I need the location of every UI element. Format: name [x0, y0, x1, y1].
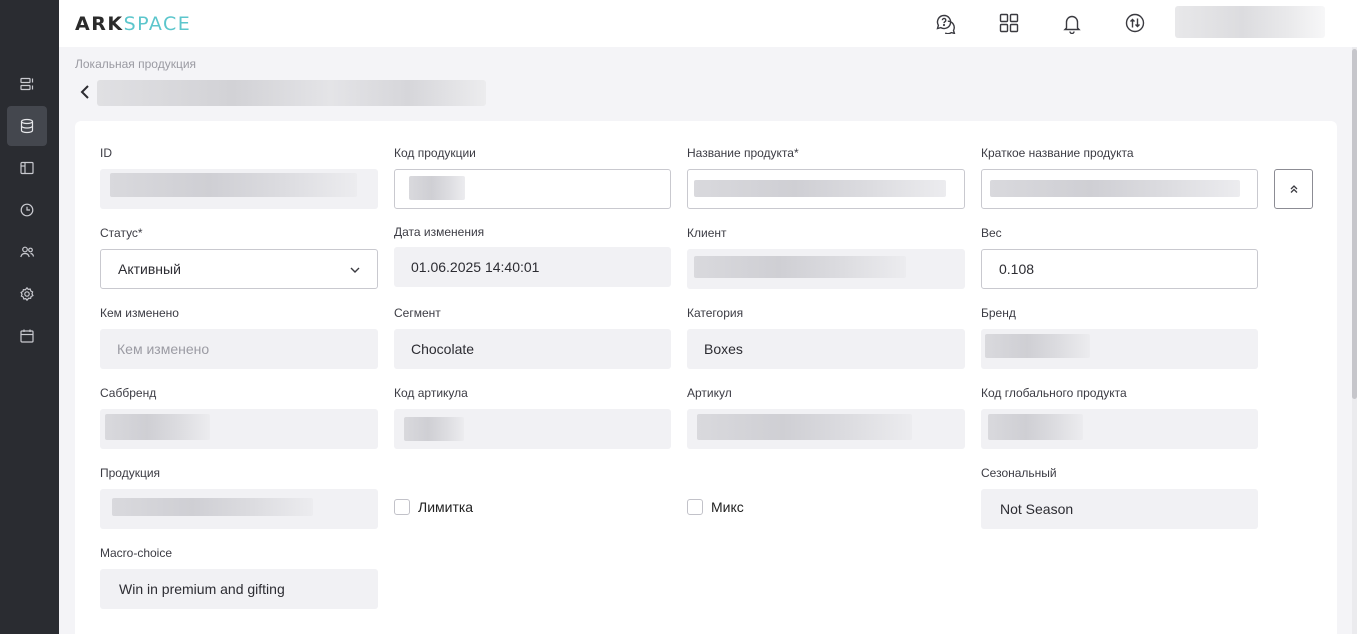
seasonal-label: Сезональный: [981, 466, 1057, 480]
article-code-value-redacted: [404, 417, 464, 441]
production-value-redacted: [112, 498, 313, 516]
article-code-label: Код артикула: [394, 386, 468, 400]
article-label: Артикул: [687, 386, 732, 400]
chevrons-up-icon: [1290, 185, 1297, 193]
production-label: Продукция: [100, 466, 161, 480]
product-code-value-redacted: [409, 176, 465, 200]
sidebar: [0, 0, 59, 634]
id-value-redacted: [110, 173, 357, 197]
logo-text-light: SPACE: [123, 13, 192, 35]
brand-value-redacted: [985, 334, 1090, 358]
subbrand-label: Саббренд: [100, 386, 157, 400]
limited-checkbox-row[interactable]: Лимитка: [394, 499, 473, 515]
article-value-redacted: [697, 414, 912, 440]
segment-value: Chocolate: [411, 341, 475, 357]
client-label: Клиент: [687, 226, 727, 240]
category-value: Boxes: [704, 341, 743, 357]
category-field: Boxes: [687, 329, 965, 369]
mix-checkbox-row[interactable]: Микс: [687, 499, 744, 515]
segment-label: Сегмент: [394, 306, 441, 320]
top-bar: ARKSPACE: [59, 0, 1357, 47]
id-label: ID: [100, 146, 112, 160]
weight-value: 0.108: [999, 261, 1035, 277]
product-name-label: Название продукта*: [687, 146, 799, 160]
app-logo[interactable]: ARKSPACE: [75, 13, 191, 35]
changed-by-field: Кем изменено: [100, 329, 378, 369]
user-profile[interactable]: [1175, 6, 1325, 38]
status-select[interactable]: Активный: [100, 249, 378, 289]
segment-field: Chocolate: [394, 329, 671, 369]
breadcrumb[interactable]: Локальная продукция: [75, 57, 196, 71]
page-scrollbar[interactable]: [1352, 47, 1357, 634]
changed-by-label: Кем изменено: [100, 306, 179, 320]
changed-date-value: 01.06.2025 14:40:01: [411, 259, 540, 275]
bell-icon[interactable]: [1061, 12, 1083, 34]
help-chat-icon[interactable]: [935, 12, 957, 34]
nav-layout-icon[interactable]: [7, 148, 47, 188]
changed-by-placeholder: Кем изменено: [117, 341, 210, 357]
seasonal-value: Not Season: [1000, 501, 1074, 517]
status-value: Активный: [118, 261, 181, 277]
mix-checkbox-label[interactable]: Микс: [711, 499, 744, 515]
nav-database-icon[interactable]: [7, 106, 47, 146]
subbrand-value-redacted: [105, 414, 210, 440]
sync-icon[interactable]: [1124, 12, 1146, 34]
collapse-button[interactable]: [1274, 169, 1313, 209]
scrollbar-thumb[interactable]: [1352, 49, 1357, 399]
limited-checkbox[interactable]: [394, 499, 410, 515]
nav-clock-icon[interactable]: [7, 190, 47, 230]
seasonal-field: Not Season: [981, 489, 1258, 529]
nav-users-icon[interactable]: [7, 232, 47, 272]
global-code-value-redacted: [988, 414, 1083, 440]
global-code-label: Код глобального продукта: [981, 386, 1127, 400]
page-title-redacted: [97, 80, 486, 106]
product-code-label: Код продукции: [394, 146, 476, 160]
brand-label: Бренд: [981, 306, 1016, 320]
weight-label: Вес: [981, 226, 1002, 240]
limited-checkbox-label[interactable]: Лимитка: [418, 499, 473, 515]
apps-grid-icon[interactable]: [998, 12, 1020, 34]
macro-choice-field: Win in premium and gifting: [100, 569, 378, 609]
macro-choice-value: Win in premium and gifting: [119, 581, 285, 597]
nav-list-icon[interactable]: [7, 64, 47, 104]
status-label: Статус*: [100, 226, 143, 240]
macro-choice-label: Macro-choice: [100, 546, 173, 560]
changed-date-field: 01.06.2025 14:40:01: [394, 247, 671, 287]
nav-calendar-icon[interactable]: [7, 316, 47, 356]
product-name-value-redacted: [694, 180, 946, 197]
client-value-redacted: [694, 256, 906, 278]
logo-text-bold: ARK: [75, 13, 124, 35]
nav-gear-icon[interactable]: [7, 274, 47, 314]
category-label: Категория: [687, 306, 744, 320]
short-name-value-redacted: [990, 180, 1240, 197]
changed-date-label: Дата изменения: [394, 225, 485, 239]
weight-input[interactable]: 0.108: [981, 249, 1258, 289]
back-arrow-icon[interactable]: [80, 82, 96, 102]
mix-checkbox[interactable]: [687, 499, 703, 515]
chevron-down-icon: [350, 267, 360, 273]
short-name-label: Краткое название продукта: [981, 146, 1134, 160]
